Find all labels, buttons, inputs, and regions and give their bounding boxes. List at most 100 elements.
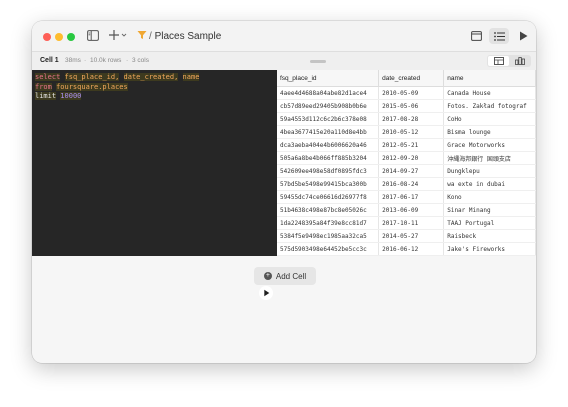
- table-cell[interactable]: 4aee4d4688a04abe82d1ace4: [277, 86, 380, 100]
- table-cell[interactable]: cb57d89eed29405b908b0b6e: [277, 99, 380, 113]
- table-row[interactable]: 59455dc74ce06616d26977f8 2017-06-17 Kono: [277, 190, 536, 204]
- table-cell[interactable]: Kono: [443, 190, 536, 204]
- play-icon: [264, 289, 270, 297]
- table-cell[interactable]: Canada House: [443, 86, 536, 100]
- table-cell[interactable]: 57bd5be5498e99415bca300b: [277, 177, 380, 191]
- code-token: foursquare.places: [56, 82, 128, 91]
- cell-duration: 38ms: [65, 57, 81, 64]
- column-header[interactable]: fsq_place_id: [277, 70, 380, 87]
- project-name[interactable]: Places Sample: [155, 31, 222, 42]
- table-cell[interactable]: 2017-08-28: [378, 112, 445, 126]
- table-cell[interactable]: Jake's Fireworks: [443, 242, 536, 256]
- panel-button[interactable]: [469, 29, 483, 43]
- table-view-button[interactable]: [488, 56, 509, 66]
- table-cell[interactable]: dca3aeba404e4b6006620a46: [277, 138, 380, 152]
- sidebar-icon[interactable]: [87, 30, 99, 44]
- results-grid: fsq_place_id date_created name 4aee4d4688a…: [277, 70, 536, 256]
- new-menu-button[interactable]: [109, 29, 127, 44]
- table-cell[interactable]: 2012-09-20: [378, 151, 445, 165]
- table-cell[interactable]: 2014-09-27: [378, 164, 445, 178]
- table-cell[interactable]: TAAJ Portugal: [443, 216, 536, 230]
- table-cell[interactable]: 59a4553d112c6c2b6c378e08: [277, 112, 380, 126]
- table-row[interactable]: 5ea07e93d49aa1000803b6292020-04-22SERVIC…: [277, 255, 536, 256]
- table-cell[interactable]: CoHo: [443, 112, 536, 126]
- title-bar: / Places Sample: [32, 21, 536, 52]
- table-row[interactable]: 57bd5be5498e99415bca300b 2016-08-24 wa ext…: [277, 177, 536, 191]
- table-cell[interactable]: 2010-05-12: [378, 125, 445, 139]
- table-cell[interactable]: Bisma lounge: [443, 125, 536, 139]
- table-cell[interactable]: Raisbeck: [443, 229, 536, 243]
- table-cell[interactable]: 1da2248395a84f39e8cc81d7: [277, 216, 380, 230]
- funnel-icon: [137, 30, 147, 43]
- view-toggle: [487, 55, 531, 67]
- sql-code[interactable]: select fsq_place_id, date_created, name f…: [35, 73, 200, 102]
- table-row[interactable]: dca3aeba404e4b6006620a46 2012-05-21 Grace …: [277, 138, 536, 152]
- add-cell-label: Add Cell: [275, 271, 307, 281]
- table-cell[interactable]: 2014-05-27: [378, 229, 445, 243]
- table-row[interactable]: 575d5903498e64452be5cc3c 2016-06-12 Jake's…: [277, 242, 536, 256]
- table-cell[interactable]: 2017-10-11: [378, 216, 445, 230]
- run-cell-button[interactable]: [259, 286, 273, 300]
- results-table: fsq_place_id date_created name 4aee4d4688a…: [277, 70, 536, 256]
- table-cell[interactable]: 沖縄海邦銀行 国頭支店: [443, 151, 536, 165]
- table-cell[interactable]: 4bea3677415e20a110d8e4bb: [277, 125, 380, 139]
- plus-circle-icon: +: [263, 272, 272, 280]
- table-row[interactable]: 542609ee498e58df0895fdc3 2014-09-27 Dungkl…: [277, 164, 536, 178]
- resize-handle[interactable]: [310, 60, 326, 63]
- table-cell[interactable]: 2020-04-22: [378, 255, 445, 256]
- meta-separator: ·: [84, 57, 87, 64]
- sql-editor[interactable]: select fsq_place_id, date_created, name f…: [32, 70, 277, 300]
- code-token: name: [182, 73, 200, 81]
- table-cell[interactable]: 5384f5e9498ec1985aa32ca5: [277, 229, 380, 243]
- table-row[interactable]: cb57d89eed29405b908b0b6e 2015-05-06 Fotos.…: [277, 99, 536, 113]
- run-all-button[interactable]: [516, 29, 530, 43]
- table-cell[interactable]: 542609ee498e58df0895fdc3: [277, 164, 380, 178]
- panel-icon: [470, 31, 482, 41]
- table-cell[interactable]: 2015-05-06: [378, 99, 445, 113]
- table-cell[interactable]: 505a6a8be4b066ff885b3204: [277, 151, 380, 165]
- column-header[interactable]: date_created: [378, 70, 445, 87]
- cell-name[interactable]: Cell 1: [40, 57, 59, 64]
- table-cell[interactable]: 51b4638c498e87bc8e05026c: [277, 203, 380, 217]
- code-line[interactable]: from foursquare.places: [35, 82, 199, 93]
- table-row[interactable]: 1da2248395a84f39e8cc81d7 2017-10-11 TAAJ P…: [277, 216, 536, 230]
- table-cell[interactable]: 2016-06-12: [378, 242, 445, 256]
- table-cell[interactable]: 2017-06-17: [378, 190, 445, 204]
- table-cell[interactable]: 2010-05-09: [378, 86, 445, 100]
- table-cell[interactable]: 2013-06-09: [378, 203, 445, 217]
- table-row[interactable]: 59a4553d112c6c2b6c378e08 2017-08-28 CoHo: [277, 112, 536, 126]
- table-cell[interactable]: wa exte in dubai: [443, 177, 536, 191]
- window-title: / Places Sample: [149, 31, 221, 42]
- table-row[interactable]: 4aee4d4688a04abe82d1ace4 2010-05-09 Canada…: [277, 86, 536, 100]
- column-header[interactable]: name: [443, 70, 536, 87]
- chart-view-button[interactable]: [510, 56, 530, 66]
- close-window-button[interactable]: [43, 33, 51, 41]
- app-window: / Places Sample Cell 1 38ms · 10.0k rows…: [32, 21, 536, 363]
- table-cell[interactable]: 5ea07e93d49aa1000803b629: [277, 255, 380, 256]
- maximize-window-button[interactable]: [67, 33, 75, 41]
- list-view-button[interactable]: [489, 28, 509, 44]
- table-cell[interactable]: SERVICIO DE INGENIERIA: [443, 255, 536, 256]
- table-cell[interactable]: Sinar Minang: [443, 203, 536, 217]
- code-line[interactable]: limit 10000: [35, 92, 199, 102]
- code-token: limit: [35, 92, 57, 100]
- code-token: from: [35, 82, 52, 91]
- table-row[interactable]: 5384f5e9498ec1985aa32ca5 2014-05-27 Raisbe…: [277, 229, 536, 243]
- table-row[interactable]: 4bea3677415e20a110d8e4bb 2010-05-12 Bisma …: [277, 125, 536, 139]
- title-separator: /: [149, 31, 152, 42]
- cell-col-count: 3 cols: [132, 57, 149, 64]
- minimize-window-button[interactable]: [55, 33, 63, 41]
- table-cell[interactable]: Dungklepu: [443, 164, 536, 178]
- code-line[interactable]: select fsq_place_id, date_created, name: [35, 73, 200, 83]
- table-row[interactable]: 505a6a8be4b066ff885b3204 2012-09-20 沖縄海邦銀行…: [277, 151, 536, 165]
- cell-header: Cell 1 38ms · 10.0k rows · 3 cols: [32, 52, 536, 71]
- table-cell[interactable]: 59455dc74ce06616d26977f8: [277, 190, 380, 204]
- table-row[interactable]: 51b4638c498e87bc8e05026c 2013-06-09 Sinar …: [277, 203, 536, 217]
- table-cell[interactable]: Grace Motorworks: [443, 138, 536, 152]
- table-cell[interactable]: Fotos. Zakład fotograf: [443, 99, 536, 113]
- table-cell[interactable]: 575d5903498e64452be5cc3c: [277, 242, 380, 256]
- add-cell-button[interactable]: + Add Cell: [254, 267, 316, 285]
- table-cell[interactable]: 2016-08-24: [378, 177, 445, 191]
- table-cell[interactable]: 2012-05-21: [378, 138, 445, 152]
